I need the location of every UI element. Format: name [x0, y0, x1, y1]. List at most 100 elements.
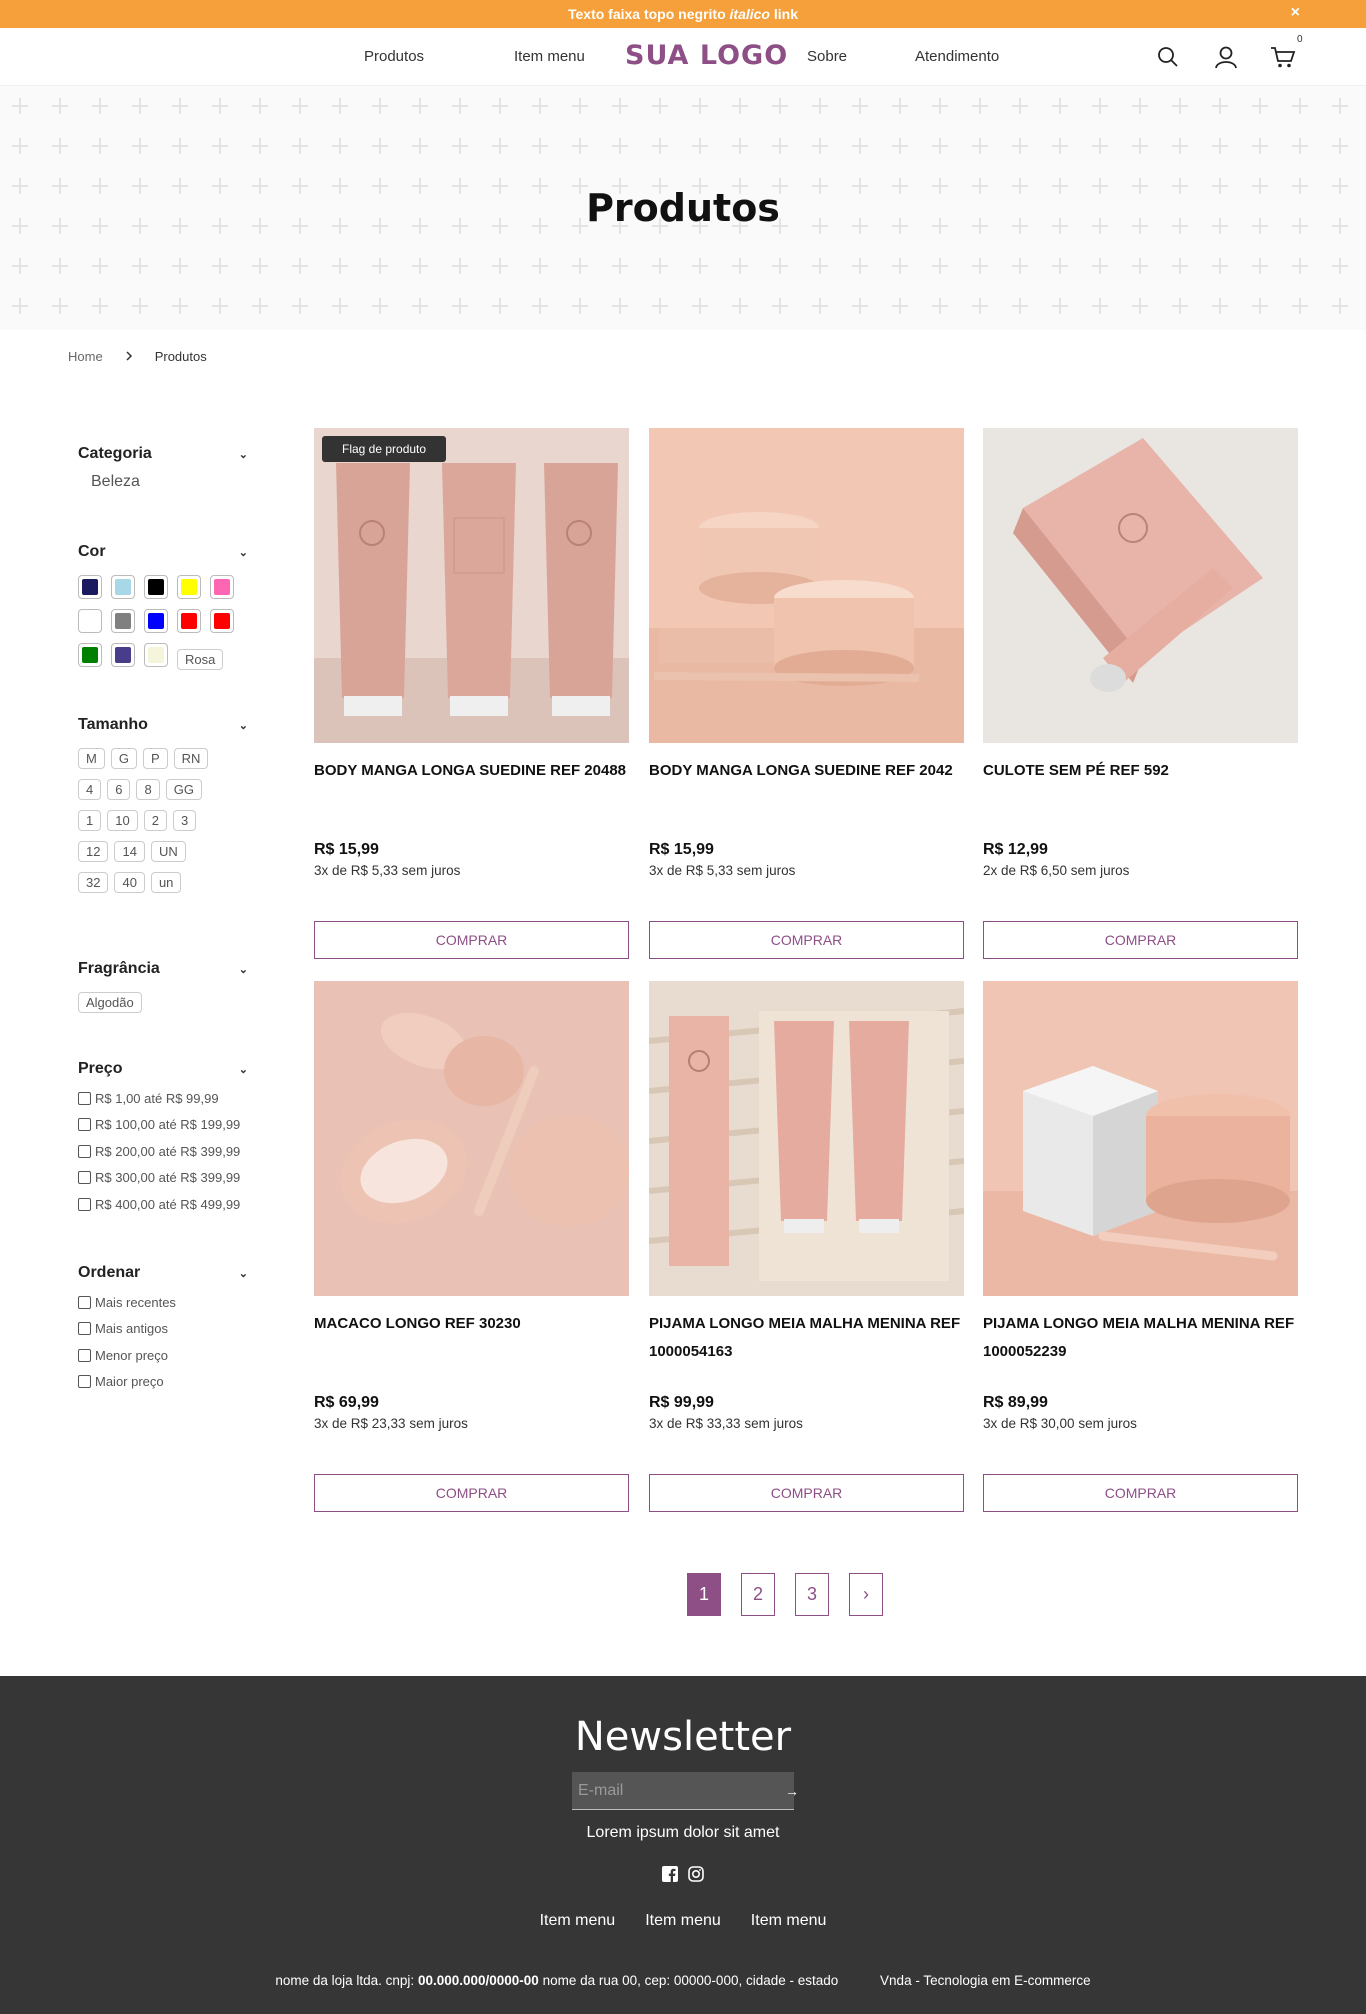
site-logo[interactable]: SUA LOGO [625, 40, 788, 71]
product-image[interactable] [983, 981, 1298, 1296]
size-chip[interactable]: 32 [78, 872, 109, 893]
size-chip[interactable]: 10 [107, 810, 138, 831]
announcement-text[interactable]: Texto faixa topo negrito italico link [568, 6, 798, 22]
filter-cor-header[interactable]: Cor ⌄ [78, 543, 248, 561]
arrow-right-icon[interactable]: → [785, 1783, 799, 1799]
product-card[interactable]: MACACO LONGO REF 30230 R$ 69,99 3x de R$… [314, 981, 629, 1512]
close-icon[interactable]: × [1291, 4, 1300, 22]
size-chip[interactable]: 8 [136, 779, 160, 800]
filter-categoria-header[interactable]: Categoria ⌄ [78, 445, 248, 463]
color-swatch[interactable] [78, 609, 102, 633]
color-swatch[interactable] [144, 609, 168, 633]
color-swatch[interactable] [177, 609, 201, 633]
page-button-3[interactable]: 3 [795, 1573, 829, 1616]
size-chip[interactable]: P [142, 748, 168, 769]
nav-item-menu[interactable]: Item menu [514, 48, 585, 65]
color-swatch[interactable] [144, 575, 168, 599]
size-chip[interactable]: 40 [114, 872, 145, 893]
product-image[interactable] [983, 428, 1298, 743]
checkbox[interactable] [78, 1295, 91, 1309]
instagram-icon[interactable] [688, 1866, 704, 1882]
preco-option[interactable]: R$ 400,00 até R$ 499,99 [78, 1191, 248, 1218]
buy-button[interactable]: COMPRAR [983, 921, 1298, 959]
product-card[interactable]: PIJAMA LONGO MEIA MALHA MENINA REF 10000… [983, 981, 1298, 1512]
checkbox[interactable] [78, 1348, 91, 1362]
product-card[interactable]: CULOTE SEM PÉ REF 592 R$ 12,99 2x de R$ … [983, 428, 1298, 959]
size-chip[interactable]: 14 [114, 841, 145, 862]
buy-button[interactable]: COMPRAR [649, 921, 964, 959]
size-chip[interactable]: un [150, 872, 182, 893]
checkbox[interactable] [78, 1144, 91, 1158]
fragrance-chip[interactable]: Algodão [78, 992, 142, 1013]
filter-tamanho-header[interactable]: Tamanho ⌄ [78, 716, 248, 734]
announcement-link[interactable]: link [770, 6, 798, 22]
size-chip[interactable]: 1 [78, 810, 102, 831]
color-swatch[interactable] [210, 575, 234, 599]
search-icon[interactable] [1155, 44, 1181, 70]
next-page-button[interactable]: › [849, 1573, 883, 1616]
color-swatch[interactable] [111, 575, 135, 599]
size-chip[interactable]: UN [150, 841, 186, 862]
product-image[interactable] [649, 428, 964, 743]
color-swatch[interactable] [210, 609, 234, 633]
size-chip[interactable]: 12 [78, 841, 109, 862]
product-card[interactable]: PIJAMA LONGO MEIA MALHA MENINA REF 10000… [649, 981, 964, 1512]
product-image[interactable]: Flag de produto [314, 428, 629, 743]
size-chip[interactable]: 2 [143, 810, 167, 831]
size-chip[interactable]: 4 [78, 779, 102, 800]
footer-menu-item[interactable]: Item menu [751, 1912, 827, 1930]
checkbox[interactable] [78, 1375, 91, 1389]
product-image[interactable] [314, 981, 629, 1296]
checkbox[interactable] [78, 1118, 91, 1132]
size-chip[interactable]: M [78, 748, 105, 769]
size-chip[interactable]: GG [165, 779, 202, 800]
chevron-down-icon[interactable]: ⌄ [239, 963, 248, 976]
newsletter-email-input[interactable] [572, 1781, 785, 1800]
chevron-down-icon[interactable]: ⌄ [239, 546, 248, 559]
product-name[interactable]: CULOTE SEM PÉ REF 592 [983, 757, 1298, 841]
product-name[interactable]: PIJAMA LONGO MEIA MALHA MENINA REF 10000… [649, 1310, 964, 1394]
preco-option[interactable]: R$ 100,00 até R$ 199,99 [78, 1112, 248, 1139]
color-swatch[interactable] [177, 575, 201, 599]
color-swatch[interactable] [78, 643, 102, 667]
chevron-down-icon[interactable]: ⌄ [239, 448, 248, 461]
product-name[interactable]: MACACO LONGO REF 30230 [314, 1310, 629, 1394]
product-name[interactable]: PIJAMA LONGO MEIA MALHA MENINA REF 10000… [983, 1310, 1298, 1394]
size-chip[interactable]: 6 [107, 779, 131, 800]
filter-option-beleza[interactable]: Beleza [91, 473, 248, 491]
breadcrumb-home[interactable]: Home [68, 349, 103, 364]
ordenar-option[interactable]: Menor preço [78, 1342, 248, 1369]
chevron-down-icon[interactable]: ⌄ [239, 1267, 248, 1280]
buy-button[interactable]: COMPRAR [314, 921, 629, 959]
color-swatch[interactable] [111, 609, 135, 633]
preco-option[interactable]: R$ 300,00 até R$ 399,99 [78, 1165, 248, 1192]
product-card[interactable]: BODY MANGA LONGA SUEDINE REF 2042 R$ 15,… [649, 428, 964, 959]
page-button-2[interactable]: 2 [741, 1573, 775, 1616]
nav-item-produtos[interactable]: Produtos [364, 48, 424, 65]
color-swatch[interactable] [111, 643, 135, 667]
color-chip-rosa[interactable]: Rosa [177, 649, 224, 671]
footer-menu-item[interactable]: Item menu [645, 1912, 721, 1930]
user-icon[interactable] [1213, 44, 1239, 70]
vnda-link[interactable]: Vnda - Tecnologia em E-commerce [880, 1973, 1091, 1988]
facebook-icon[interactable] [662, 1866, 678, 1882]
buy-button[interactable]: COMPRAR [314, 1474, 629, 1512]
product-image[interactable] [649, 981, 964, 1296]
checkbox[interactable] [78, 1091, 91, 1105]
chevron-down-icon[interactable]: ⌄ [239, 1063, 248, 1076]
product-name[interactable]: BODY MANGA LONGA SUEDINE REF 20488 [314, 757, 629, 841]
page-button-1[interactable]: 1 [687, 1573, 721, 1616]
size-chip[interactable]: G [110, 748, 137, 769]
buy-button[interactable]: COMPRAR [649, 1474, 964, 1512]
buy-button[interactable]: COMPRAR [983, 1474, 1298, 1512]
ordenar-option[interactable]: Mais antigos [78, 1316, 248, 1343]
footer-menu-item[interactable]: Item menu [540, 1912, 616, 1930]
preco-option[interactable]: R$ 1,00 até R$ 99,99 [78, 1085, 248, 1112]
product-name[interactable]: BODY MANGA LONGA SUEDINE REF 2042 [649, 757, 964, 841]
preco-option[interactable]: R$ 200,00 até R$ 399,99 [78, 1138, 248, 1165]
nav-item-atendimento[interactable]: Atendimento [915, 48, 999, 65]
checkbox[interactable] [78, 1171, 91, 1185]
color-swatch[interactable] [144, 643, 168, 667]
filter-ordenar-header[interactable]: Ordenar ⌄ [78, 1264, 248, 1282]
ordenar-option[interactable]: Maior preço [78, 1369, 248, 1396]
